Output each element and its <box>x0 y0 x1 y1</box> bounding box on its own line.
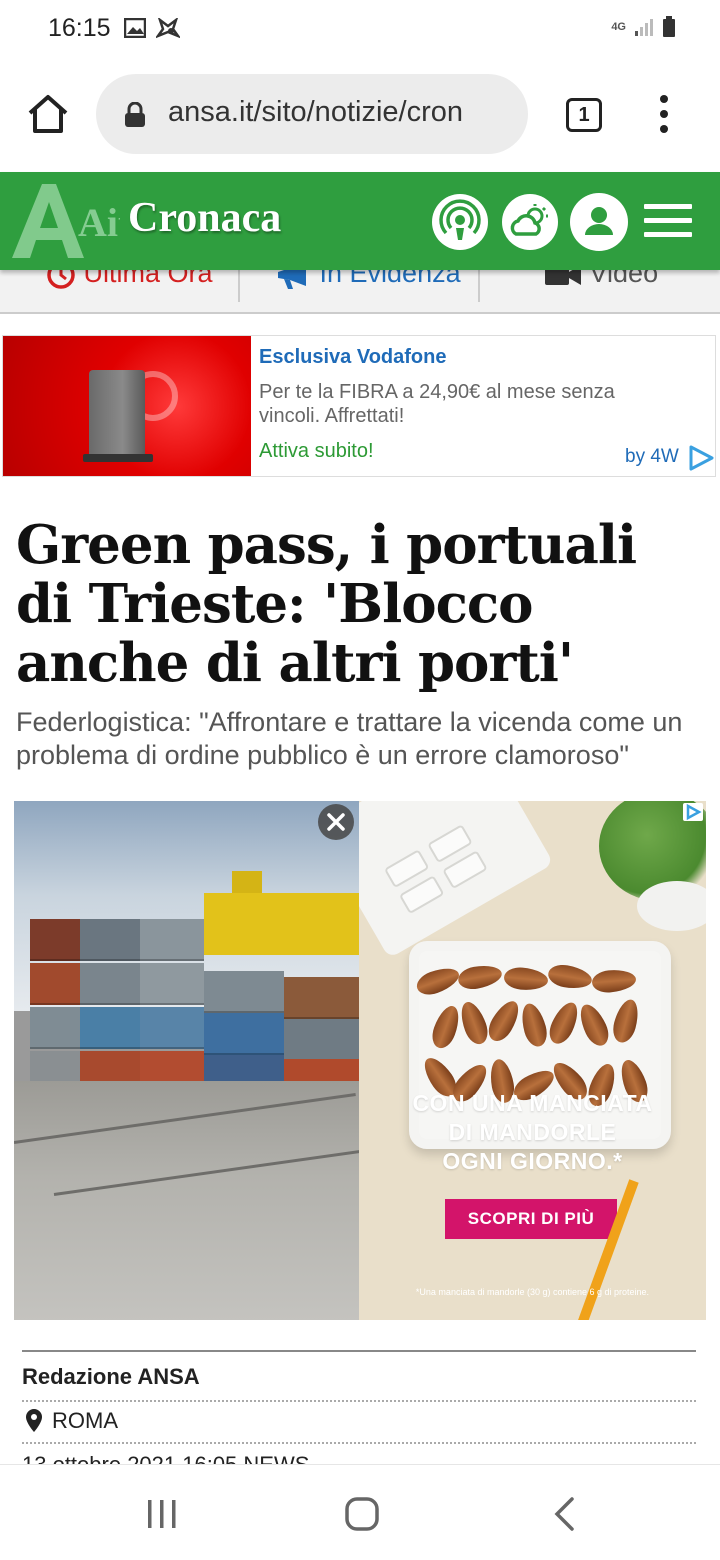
recent-apps-icon[interactable] <box>146 1499 178 1529</box>
almond <box>413 963 463 999</box>
sponsored-ad[interactable]: Esclusiva Vodafone Per te la FIBRA a 24,… <box>2 335 716 477</box>
lock-icon <box>125 102 145 127</box>
photo-container <box>284 1019 359 1061</box>
home-nav-icon[interactable] <box>345 1497 379 1531</box>
article-subheadline: Federlogistica: "Affrontare e trattare l… <box>16 707 683 770</box>
browser-toolbar: ansa.it/sito/notizie/cron 1 <box>0 60 720 170</box>
almond <box>517 1000 551 1050</box>
address-bar[interactable]: ansa.it/sito/notizie/cron <box>96 74 528 154</box>
weather-icon <box>510 204 548 236</box>
url-text: ansa.it/sito/notizie/cron <box>168 96 463 128</box>
photo-crane <box>204 893 359 955</box>
home-icon[interactable] <box>26 92 70 136</box>
status-bar: 16:15 4G <box>0 0 720 60</box>
router-base <box>83 454 153 462</box>
article-photo <box>14 801 359 1320</box>
article-author: Redazione ANSA <box>22 1364 200 1389</box>
almond <box>591 968 637 994</box>
ad-plant-pot <box>637 881 706 931</box>
adchoices-icon[interactable] <box>683 803 703 821</box>
photo-container <box>30 919 80 961</box>
ansa-logo[interactable]: Ait <box>8 178 120 264</box>
almond <box>456 998 492 1048</box>
network-type: 4G <box>611 21 626 33</box>
photo-container <box>80 963 140 1005</box>
ad-image <box>3 336 251 476</box>
user-icon <box>585 207 613 235</box>
almond <box>456 962 504 992</box>
photo-container <box>140 919 204 961</box>
logo-text: Ait <box>78 200 120 245</box>
ad-cta-button[interactable]: SCOPRI DI PIÙ <box>445 1199 617 1239</box>
more-options-icon[interactable] <box>652 94 676 134</box>
signal-icon <box>635 19 653 36</box>
ad-cta-link[interactable]: Attiva subito! <box>259 440 374 463</box>
section-title: Cronaca <box>128 195 282 241</box>
hamburger-menu-icon[interactable] <box>644 204 692 238</box>
ad-footnote: *Una manciata di mandorle (30 g) contien… <box>415 1287 650 1297</box>
battery-icon <box>663 16 675 37</box>
image-notification-icon <box>124 18 146 38</box>
weather-button[interactable] <box>502 194 558 250</box>
photo-container <box>80 919 140 961</box>
adchoices-play-icon[interactable] <box>687 444 715 472</box>
tab-switcher-button[interactable]: 1 <box>566 98 602 132</box>
ad-provider[interactable]: by 4W <box>625 446 679 468</box>
close-icon <box>327 813 345 831</box>
tab-divider <box>238 268 240 302</box>
router-image <box>89 370 145 460</box>
ad-headline-line: OGNI GIORNO.* <box>442 1148 623 1174</box>
ad-title[interactable]: Esclusiva Vodafone <box>259 346 446 369</box>
ad-headline: CON UNA MANCIATA DI MANDORLE OGNI GIORNO… <box>359 1089 706 1176</box>
ad-headline-line: DI MANDORLE <box>448 1119 617 1145</box>
photo-container <box>204 1013 284 1055</box>
photo-container <box>30 1007 80 1049</box>
display-ad[interactable]: CON UNA MANCIATA DI MANDORLE OGNI GIORNO… <box>359 801 706 1320</box>
photo-container <box>204 971 284 1013</box>
account-button[interactable] <box>570 193 628 251</box>
article-meta: Redazione ANSA ROMA 13 ottobre 2021 16:0… <box>22 1350 696 1477</box>
meta-divider <box>22 1400 696 1402</box>
photo-container <box>140 1007 204 1049</box>
site-header: Ait Cronaca <box>0 172 720 270</box>
ad-headline-line: CON UNA MANCIATA <box>412 1090 653 1116</box>
photo-container <box>30 963 80 1005</box>
ad-description: Per te la FIBRA a 24,90€ al mese senza v… <box>259 381 615 427</box>
almond <box>483 996 525 1046</box>
assistant-notification-icon <box>156 18 180 39</box>
system-navigation-bar <box>0 1464 720 1560</box>
photo-container <box>80 1007 140 1049</box>
podcast-button[interactable] <box>432 194 488 250</box>
almond <box>574 1000 614 1050</box>
photo-container <box>140 963 204 1005</box>
ad-keyboard-image <box>359 801 554 959</box>
podcast-icon <box>439 199 481 240</box>
almond <box>544 998 584 1048</box>
almond <box>609 996 643 1046</box>
status-time: 16:15 <box>48 14 111 42</box>
location-pin-icon <box>26 1409 42 1432</box>
back-icon[interactable] <box>552 1497 576 1531</box>
meta-divider <box>22 1442 696 1444</box>
tab-divider <box>478 268 480 302</box>
almond <box>428 1002 464 1052</box>
close-ad-button[interactable] <box>318 804 354 840</box>
almond <box>503 966 549 992</box>
article-headline: Green pass, i portuali di Trieste: 'Bloc… <box>16 514 637 694</box>
photo-container <box>284 977 359 1019</box>
almond <box>546 962 594 992</box>
article-location: ROMA <box>52 1408 118 1433</box>
